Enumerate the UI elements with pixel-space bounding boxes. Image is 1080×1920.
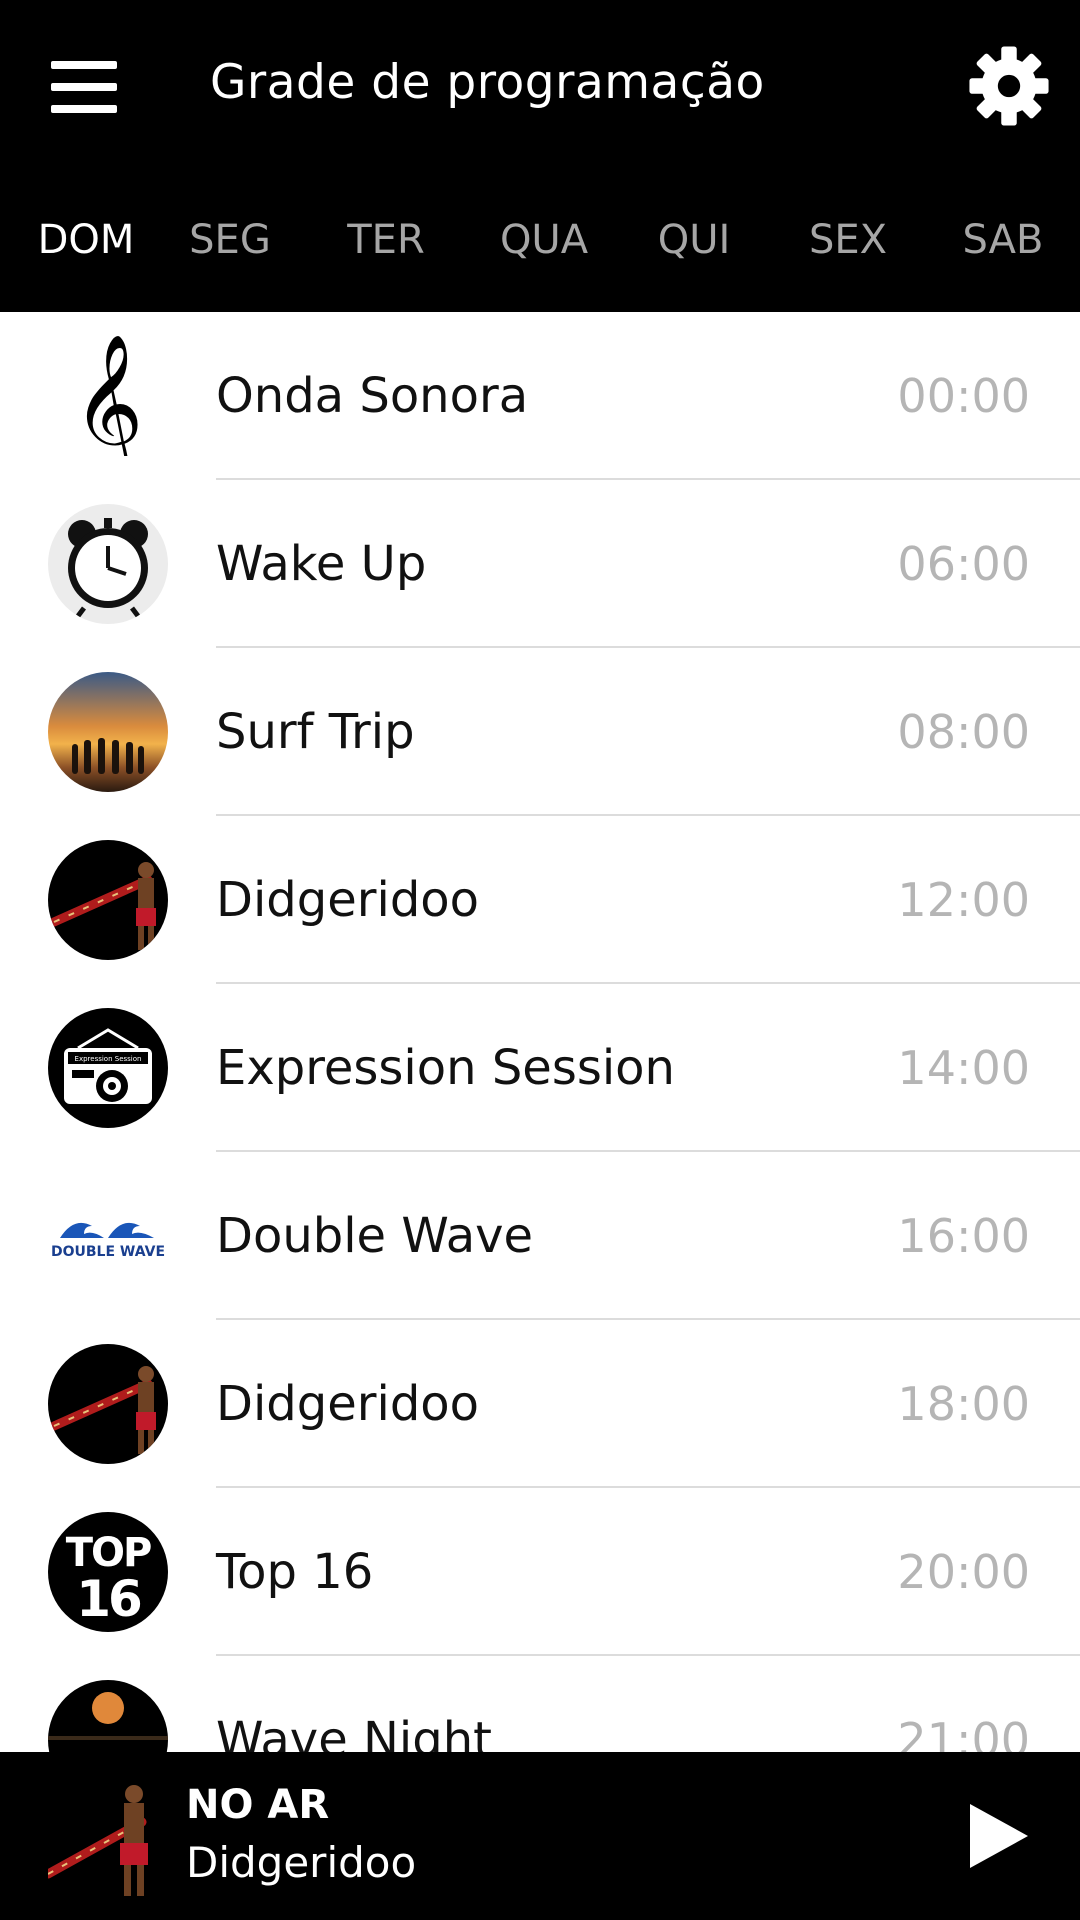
boombox-label: Expression Session [75,1055,142,1063]
tab-dom[interactable]: DOM [11,200,161,280]
program-name: Wake Up [216,536,427,592]
program-name: Didgeridoo [216,872,480,928]
didgeridoo-player-image [48,1776,160,1896]
tab-qua[interactable]: QUA [469,200,619,280]
program-time: 12:00 [897,873,1030,927]
program-time: 14:00 [897,1041,1030,1095]
day-tabs: DOM SEG TER QUA QUI SEX SAB [0,200,1080,280]
top16-logo: TOP 16 [48,1512,168,1632]
tab-sab[interactable]: SAB [928,200,1078,280]
program-name: Wave Night [216,1712,492,1752]
svg-text:16: 16 [76,1570,141,1628]
schedule-item[interactable]: Surf Trip 08:00 [0,648,1080,816]
program-time: 00:00 [897,369,1030,423]
program-name: Top 16 [216,1544,374,1600]
didgeridoo-player-image [48,840,168,960]
schedule-item[interactable]: Didgeridoo 18:00 [0,1320,1080,1488]
boombox-icon: Expression Session [48,1008,168,1128]
program-name: Expression Session [216,1040,675,1096]
program-name: Onda Sonora [216,368,529,424]
program-time: 20:00 [897,1545,1030,1599]
schedule-item[interactable]: DOUBLE WAVE Double Wave 16:00 [0,1152,1080,1320]
tab-qui[interactable]: QUI [619,200,769,280]
schedule-item[interactable]: 𝄞 Onda Sonora 00:00 [0,312,1080,480]
tab-seg[interactable]: SEG [155,200,305,280]
schedule-item[interactable]: Wave Night 21:00 [0,1656,1080,1752]
program-time: 08:00 [897,705,1030,759]
program-time: 16:00 [897,1209,1030,1263]
schedule-list: 𝄞 Onda Sonora 00:00 Wake Up 06:00 Surf T… [0,312,1080,1752]
sunset-surfers-image [48,672,168,792]
play-icon[interactable] [962,1800,1032,1872]
program-name: Didgeridoo [216,1376,480,1432]
now-playing-program: Didgeridoo [186,1838,417,1887]
tab-ter[interactable]: TER [311,200,461,280]
program-time: 21:00 [897,1713,1030,1752]
didgeridoo-player-image [48,1344,168,1464]
double-wave-label: DOUBLE WAVE [51,1244,165,1260]
program-name: Surf Trip [216,704,415,760]
schedule-item[interactable]: Wake Up 06:00 [0,480,1080,648]
on-air-label: NO AR [186,1782,330,1828]
program-name: Double Wave [216,1208,534,1264]
schedule-item[interactable]: Expression Session Expression Session 14… [0,984,1080,1152]
program-time: 06:00 [897,537,1030,591]
hamburger-menu-icon[interactable] [40,50,130,124]
page-title: Grade de programação [210,55,765,110]
schedule-item[interactable]: TOP 16 Top 16 20:00 [0,1488,1080,1656]
tab-sex[interactable]: SEX [773,200,923,280]
program-time: 18:00 [897,1377,1030,1431]
svg-text:𝄞: 𝄞 [73,336,144,456]
app-header: Grade de programação DOM SEG TER QUA QUI… [0,0,1080,312]
schedule-item[interactable]: Didgeridoo 12:00 [0,816,1080,984]
treble-clef-icon: 𝄞 [48,336,168,456]
double-wave-logo: DOUBLE WAVE [48,1176,168,1296]
alarm-clock-icon [48,504,168,624]
moon-night-image [48,1680,168,1752]
gear-icon[interactable] [966,43,1052,129]
now-playing-bar[interactable]: NO AR Didgeridoo [0,1752,1080,1920]
